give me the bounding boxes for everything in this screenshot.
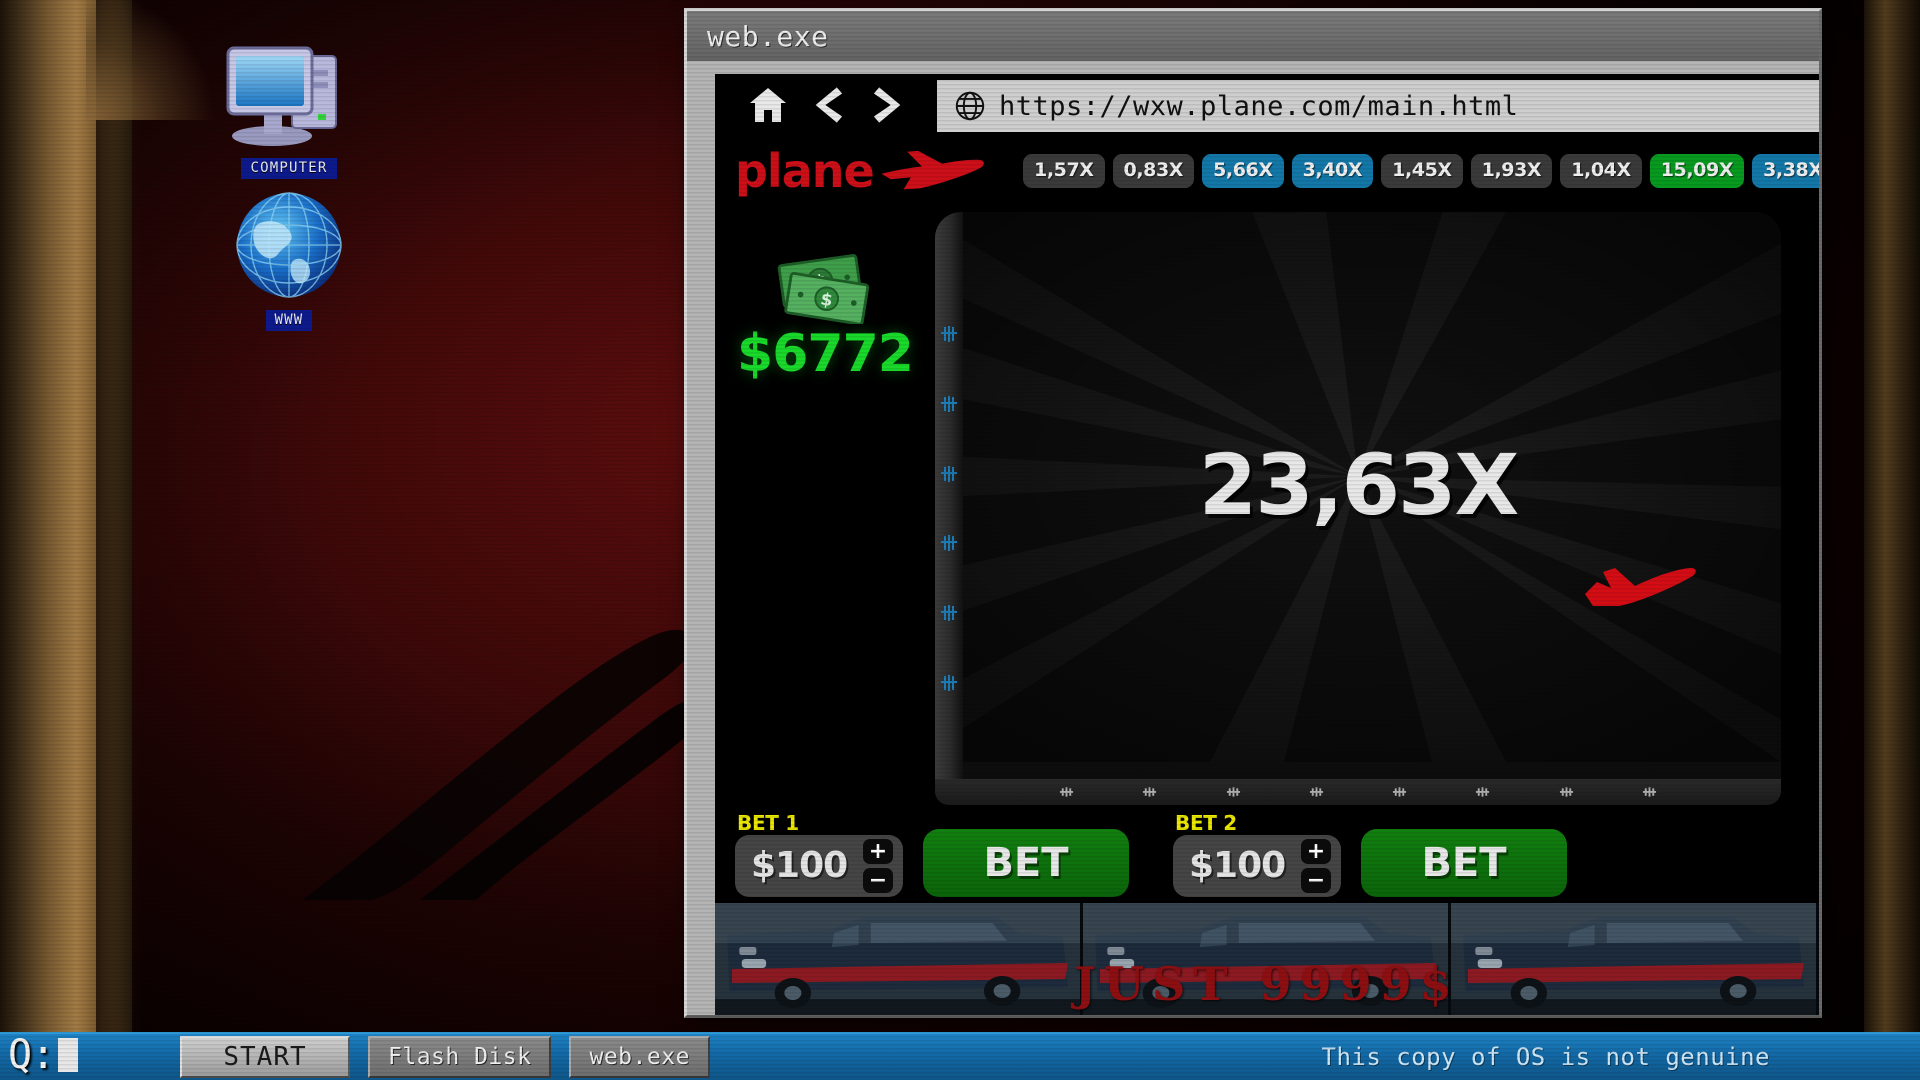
strip-marker-icon xyxy=(1309,787,1323,797)
bet-2-submit-button[interactable]: BET xyxy=(1361,829,1567,897)
address-bar[interactable]: https://wxw.plane.com/main.html xyxy=(937,78,1819,132)
text-caret xyxy=(58,1038,79,1072)
home-icon xyxy=(750,88,786,122)
knife-silhouette xyxy=(302,629,708,900)
forward-button[interactable] xyxy=(865,83,911,127)
drive-prompt: Q: xyxy=(8,1032,79,1078)
bet-group-1: BET 1 $100 + − BET xyxy=(735,813,1129,897)
drive-prompt-text: Q: xyxy=(8,1032,55,1078)
strip-marker-icon xyxy=(1559,787,1573,797)
strip-marker-icon xyxy=(1143,787,1157,797)
rail-marker-icon xyxy=(941,395,957,412)
page-content: plane 1,57X 0,83X 5,66X 3,40X 1,45X 1,93X 1,04… xyxy=(715,136,1819,1015)
plane-icon xyxy=(881,150,984,190)
desktop-icon-label: WWW xyxy=(265,310,313,331)
browser-toolbar: https://wxw.plane.com/main.html xyxy=(715,74,1819,136)
strip-marker-icon xyxy=(1476,787,1490,797)
window-title-bar[interactable]: web.exe xyxy=(687,11,1819,61)
ad-tile xyxy=(1083,903,1451,1015)
site-logo-text: plane xyxy=(735,144,875,198)
bet-2-decrement-button[interactable]: − xyxy=(1301,868,1331,893)
ad-tile xyxy=(1451,903,1819,1015)
start-button[interactable]: START xyxy=(180,1036,350,1078)
window-body: https://wxw.plane.com/main.html plane 1,… xyxy=(687,61,1819,1015)
history-chip: 1,04X xyxy=(1560,154,1642,188)
game-play-area: $ $ $6772 xyxy=(715,202,1819,805)
rail-marker-icon xyxy=(941,325,957,342)
forward-chevron-icon xyxy=(873,87,901,123)
web-browser-window[interactable]: web.exe https://wxw.plane.com/main.html … xyxy=(684,8,1822,1018)
bet-2-label: BET 2 xyxy=(1175,811,1237,835)
monitor-bezel-left-shade xyxy=(96,0,142,1080)
desktop-icon-computer[interactable]: COMPUTER xyxy=(214,36,364,179)
van-image xyxy=(715,903,1080,1015)
computer-icon xyxy=(226,46,337,146)
strip-marker-icon xyxy=(1060,787,1074,797)
game-header: plane 1,57X 0,83X 5,66X 3,40X 1,45X 1,93X 1,04… xyxy=(715,136,1819,202)
strip-marker-icon xyxy=(1642,787,1656,797)
monitor-bezel-corner xyxy=(86,0,226,120)
rail-marker-icon xyxy=(941,675,957,692)
bet-2-increment-button[interactable]: + xyxy=(1301,839,1331,864)
ad-banner[interactable]: JUST 9999$ xyxy=(715,903,1819,1015)
history-chip: 1,45X xyxy=(1381,154,1463,188)
bet-group-2: BET 2 $100 + − BET xyxy=(1173,813,1567,897)
taskbar-item-web-exe[interactable]: web.exe xyxy=(569,1036,710,1078)
plane-icon xyxy=(1585,567,1696,606)
history-chip: 3,38X xyxy=(1752,154,1819,188)
bet-1-amount-input[interactable]: $100 + − xyxy=(735,835,903,897)
game-screen-panel: 23,63X xyxy=(935,212,1781,805)
bet-1-decrement-button[interactable]: − xyxy=(863,868,893,893)
ad-tile xyxy=(715,903,1083,1015)
history-chip: 1,57X xyxy=(1023,154,1105,188)
back-button[interactable] xyxy=(805,83,851,127)
bet-2-amount-input[interactable]: $100 + − xyxy=(1173,835,1341,897)
desktop-icon-www[interactable]: WWW xyxy=(214,188,364,331)
bet-1-amount-value: $100 xyxy=(751,845,848,886)
globe-icon xyxy=(955,91,985,121)
bet-1-increment-button[interactable]: + xyxy=(863,839,893,864)
van-image xyxy=(1083,903,1448,1015)
bet-2-stack: BET 2 $100 + − xyxy=(1173,813,1341,897)
history-chip: 15,09X xyxy=(1649,154,1745,188)
bet-1-label: BET 1 xyxy=(737,811,799,835)
current-multiplier: 23,63X xyxy=(1198,435,1519,534)
desktop-icon-label: COMPUTER xyxy=(241,158,337,179)
browser-nav-buttons xyxy=(715,74,937,136)
bet-1-steppers: + − xyxy=(863,839,893,893)
screen: COMPUTER WWW web.exe https://wxw.plane.c… xyxy=(0,0,1920,1080)
site-logo[interactable]: plane xyxy=(735,146,1005,196)
panel-bottom-strip xyxy=(935,779,1781,805)
globe-icon xyxy=(236,192,342,298)
history-chip: 0,83X xyxy=(1112,154,1195,188)
bet-1-stack: BET 1 $100 + − xyxy=(735,813,903,897)
history-chip: 5,66X xyxy=(1202,154,1284,188)
strip-marker-icon xyxy=(1393,787,1407,797)
taskbar-item-flash-disk[interactable]: Flash Disk xyxy=(368,1036,552,1078)
bet-2-steppers: + − xyxy=(1301,839,1331,893)
bet-1-submit-button[interactable]: BET xyxy=(923,829,1129,897)
rail-marker-icon xyxy=(941,535,957,552)
home-button[interactable] xyxy=(745,83,791,127)
multiplier-history: 1,57X 0,83X 5,66X 3,40X 1,45X 1,93X 1,04X 15,09… xyxy=(1023,154,1819,188)
history-chip: 1,93X xyxy=(1470,154,1553,188)
bet-controls-row: BET 1 $100 + − BET BET 2 $100 + − BET xyxy=(715,805,1819,903)
balance-amount: $6772 xyxy=(737,324,914,384)
money-icon: $ $ xyxy=(777,254,870,324)
taskbar: START Flash Disk web.exe This copy of OS… xyxy=(0,1032,1920,1080)
back-chevron-icon xyxy=(815,87,843,123)
os-genuine-notice: This copy of OS is not genuine xyxy=(1321,1043,1770,1071)
bet-2-amount-value: $100 xyxy=(1189,845,1286,886)
van-image xyxy=(1451,903,1816,1015)
rail-marker-icon xyxy=(941,605,957,622)
monitor-bezel-right xyxy=(1864,0,1920,1080)
history-chip: 3,40X xyxy=(1291,154,1374,188)
address-bar-url: https://wxw.plane.com/main.html xyxy=(999,90,1519,122)
window-title: web.exe xyxy=(707,19,829,53)
strip-marker-icon xyxy=(1226,787,1240,797)
balance-panel: $ $ $6772 xyxy=(715,202,935,805)
